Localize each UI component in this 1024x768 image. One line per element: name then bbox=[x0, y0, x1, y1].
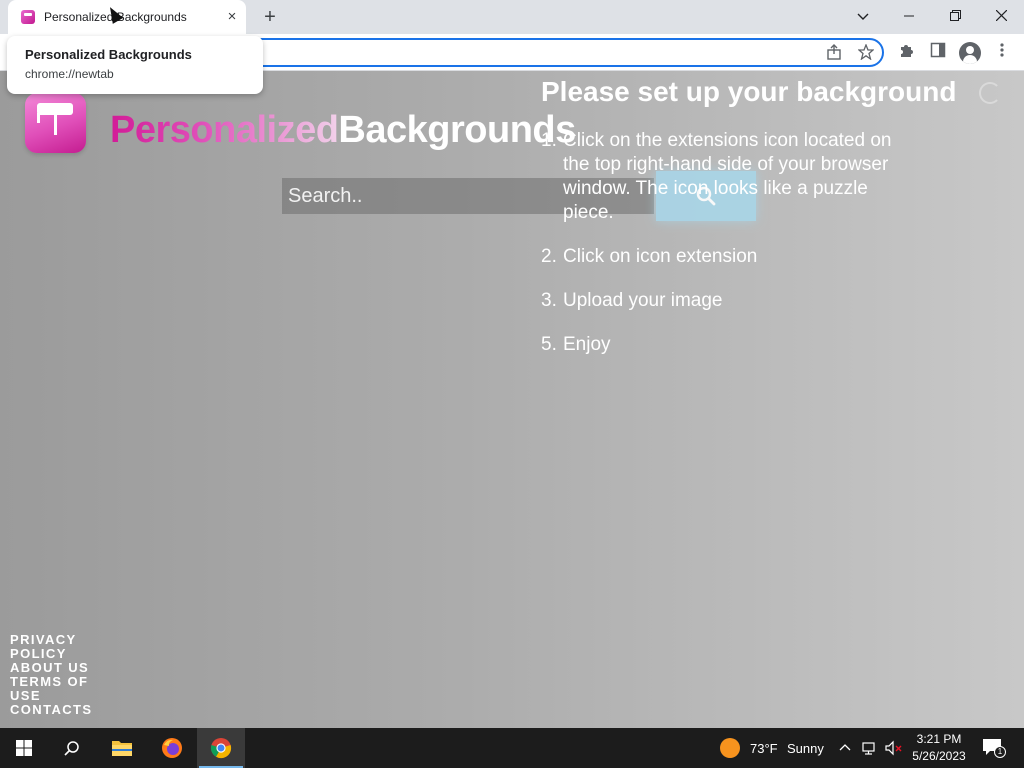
terms-of-use-link[interactable]: TERMS OF USE bbox=[10, 675, 100, 703]
step-number: 3. bbox=[541, 290, 557, 311]
setup-step: 5. Enjoy bbox=[541, 333, 901, 357]
tab-search-button[interactable] bbox=[851, 5, 875, 27]
step-text: Click on the extensions icon located on … bbox=[563, 130, 892, 223]
about-us-link[interactable]: ABOUT US bbox=[10, 661, 100, 675]
setup-heading: Please set up your background bbox=[541, 76, 957, 107]
clock-date[interactable]: 5/26/2023 bbox=[910, 749, 968, 763]
brand-title-part1: Personalized bbox=[110, 109, 339, 151]
start-button[interactable] bbox=[0, 728, 48, 768]
restore-icon bbox=[949, 10, 961, 21]
brand-title: PersonalizedBackgrounds bbox=[110, 109, 576, 152]
paint-roller-logo-icon bbox=[25, 93, 86, 153]
footer-links: PRIVACY POLICY ABOUT US TERMS OF USE CON… bbox=[10, 633, 100, 717]
weather-temperature[interactable]: 73°F bbox=[750, 741, 778, 756]
step-text: Click on icon extension bbox=[563, 246, 758, 267]
hover-card-url: chrome://newtab bbox=[25, 67, 114, 81]
tab-close-button[interactable]: × bbox=[224, 9, 240, 25]
show-hidden-icons-chevron-icon[interactable] bbox=[838, 740, 852, 759]
loading-spinner-icon bbox=[979, 82, 1001, 104]
step-text: Enjoy bbox=[563, 334, 611, 355]
menu-kebab-icon[interactable] bbox=[991, 42, 1013, 64]
step-number: 2. bbox=[541, 246, 557, 267]
tab-personalized-backgrounds[interactable]: Personalized Backgrounds × bbox=[8, 0, 246, 34]
profile-avatar-icon[interactable] bbox=[959, 42, 981, 64]
bookmark-star-icon[interactable] bbox=[856, 43, 876, 62]
extensions-puzzle-icon[interactable] bbox=[895, 42, 917, 64]
windows-taskbar: 73°F Sunny 3:21 PM 5/26/2023 1 bbox=[0, 728, 1024, 768]
chrome-button[interactable] bbox=[197, 728, 245, 768]
setup-step: 2. Click on icon extension bbox=[541, 245, 901, 269]
step-number: 5. bbox=[541, 334, 557, 355]
chrome-icon bbox=[210, 738, 232, 759]
restore-button[interactable] bbox=[943, 5, 967, 27]
minimize-icon bbox=[904, 15, 914, 17]
weather-condition[interactable]: Sunny bbox=[787, 741, 824, 756]
tab-strip: Personalized Backgrounds × + bbox=[0, 0, 1024, 34]
tab-hover-card: Personalized Backgrounds chrome://newtab bbox=[7, 36, 263, 94]
close-window-button[interactable] bbox=[989, 5, 1013, 27]
taskbar-search-button[interactable] bbox=[48, 728, 96, 768]
new-tab-button[interactable]: + bbox=[260, 7, 280, 27]
privacy-policy-link[interactable]: PRIVACY POLICY bbox=[10, 633, 100, 661]
notification-count-badge: 1 bbox=[994, 746, 1006, 758]
firefox-button[interactable] bbox=[148, 728, 196, 768]
firefox-icon bbox=[162, 738, 182, 758]
search-icon bbox=[64, 741, 79, 756]
setup-steps-list: 1. Click on the extensions icon located … bbox=[541, 129, 901, 377]
step-number: 1. bbox=[541, 130, 557, 151]
setup-step: 1. Click on the extensions icon located … bbox=[541, 129, 901, 225]
contacts-link[interactable]: CONTACTS bbox=[10, 703, 100, 717]
clock-time[interactable]: 3:21 PM bbox=[910, 732, 968, 746]
share-icon[interactable] bbox=[824, 44, 844, 62]
close-icon bbox=[995, 9, 1007, 22]
chevron-down-icon bbox=[857, 13, 869, 20]
volume-muted-icon[interactable] bbox=[885, 740, 903, 761]
step-text: Upload your image bbox=[563, 290, 723, 311]
file-explorer-button[interactable] bbox=[98, 728, 146, 768]
tab-favicon-icon bbox=[21, 10, 35, 24]
newtab-page: PersonalizedBackgrounds Please set up yo… bbox=[0, 71, 1024, 728]
notification-center-button[interactable]: 1 bbox=[982, 738, 1006, 760]
hover-card-title: Personalized Backgrounds bbox=[25, 47, 192, 62]
side-panel-icon[interactable] bbox=[927, 42, 949, 64]
network-icon[interactable] bbox=[862, 740, 878, 761]
minimize-button[interactable] bbox=[897, 5, 921, 27]
windows-logo-icon bbox=[16, 740, 32, 756]
weather-sun-icon[interactable] bbox=[720, 738, 740, 758]
setup-step: 3. Upload your image bbox=[541, 289, 901, 313]
folder-icon bbox=[112, 741, 132, 756]
